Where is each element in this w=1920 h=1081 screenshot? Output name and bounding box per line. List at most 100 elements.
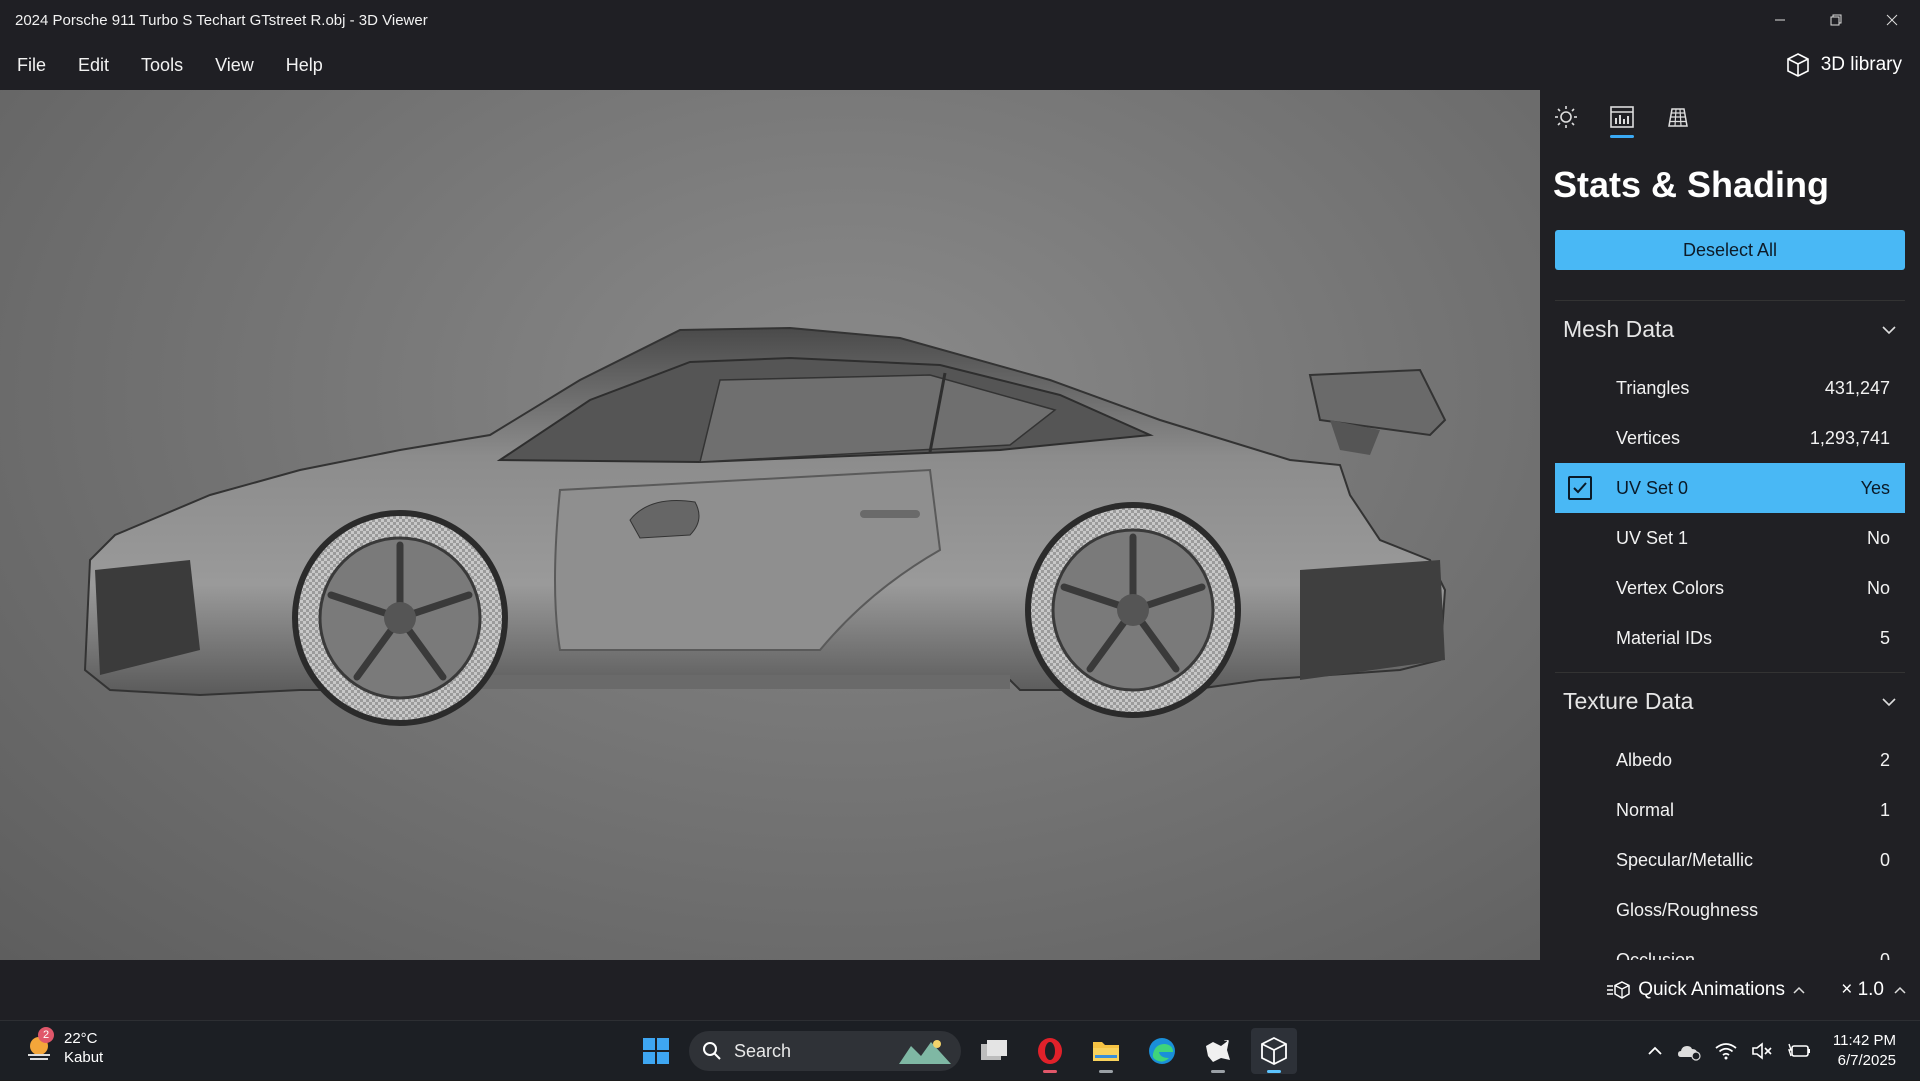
taskbar-search[interactable]: Search	[689, 1031, 961, 1071]
cube-icon	[1786, 53, 1809, 77]
speed-selector[interactable]: × 1.0	[1841, 960, 1906, 1020]
list-item[interactable]: Material IDs 5	[1555, 613, 1905, 663]
list-item[interactable]: Gloss/Roughness	[1555, 885, 1905, 935]
quick-animations-button[interactable]: Quick Animations	[1606, 960, 1805, 1020]
menu-help[interactable]: Help	[270, 55, 339, 76]
menu-file[interactable]: File	[0, 55, 62, 76]
menu-edit[interactable]: Edit	[62, 55, 125, 76]
sun-icon	[1555, 106, 1577, 128]
minimize-button[interactable]	[1752, 0, 1808, 40]
checkbox[interactable]	[1568, 476, 1592, 500]
edge-icon	[1149, 1038, 1175, 1064]
quick-animations-label: Quick Animations	[1638, 979, 1785, 1000]
row-value: No	[1866, 577, 1890, 598]
onedrive-icon[interactable]	[1677, 1041, 1701, 1061]
start-button[interactable]	[633, 1028, 679, 1074]
deselect-all-button[interactable]: Deselect All	[1555, 230, 1905, 270]
row-value: 1,293,741	[1809, 427, 1890, 448]
list-item[interactable]: Normal 1	[1555, 785, 1905, 835]
row-value: No	[1866, 527, 1890, 548]
edge-app[interactable]	[1139, 1028, 1185, 1074]
row-label: Occlusion	[1616, 949, 1696, 961]
list-item-selected[interactable]: UV Set 0 Yes	[1555, 463, 1905, 513]
status-bar: Quick Animations × 1.0	[0, 960, 1920, 1020]
menu-tools[interactable]: Tools	[125, 55, 199, 76]
close-button[interactable]	[1864, 0, 1920, 40]
list-item[interactable]: Triangles 431,247	[1555, 363, 1905, 413]
svg-text:7: 7	[1224, 1039, 1229, 1048]
row-value: Yes	[1860, 477, 1890, 498]
tab-lighting[interactable]	[1552, 104, 1580, 138]
task-view-icon	[981, 1040, 1007, 1060]
opera-icon	[1038, 1038, 1062, 1064]
weather-temp: 22°C	[64, 1030, 98, 1047]
panel-title: Stats & Shading	[1553, 164, 1830, 205]
grid-icon	[1668, 108, 1688, 127]
row-label: Vertices	[1616, 427, 1681, 448]
list-item[interactable]: Occlusion 0	[1555, 935, 1905, 961]
clock-time: 11:42 PM	[1832, 1032, 1896, 1049]
running-indicator	[1043, 1070, 1057, 1073]
list-item[interactable]: Specular/Metallic 0	[1555, 835, 1905, 885]
clock[interactable]: 11:42 PM 6/7/2025	[1833, 1031, 1896, 1071]
rhino-app[interactable]: 7	[1195, 1028, 1241, 1074]
car-model	[83, 326, 1447, 726]
speed-label: × 1.0	[1841, 979, 1884, 1000]
checkmark-icon	[1573, 482, 1587, 494]
row-value: 5	[1879, 627, 1890, 648]
row-value: 0	[1879, 849, 1890, 870]
folder-icon	[1093, 1042, 1119, 1061]
stats-panel: Stats & Shading Deselect All Mesh Data T…	[1540, 90, 1920, 960]
close-icon	[1886, 14, 1898, 26]
running-indicator	[1099, 1070, 1113, 1073]
window-title: 2024 Porsche 911 Turbo S Techart GTstree…	[15, 11, 428, 29]
search-label: Search	[734, 1040, 792, 1061]
weather-widget[interactable]: 2 22°C Kabut	[22, 1027, 103, 1067]
texture-data-header[interactable]: Texture Data	[1555, 672, 1905, 730]
row-label: Material IDs	[1616, 627, 1713, 648]
opera-app[interactable]	[1027, 1028, 1073, 1074]
menu-view[interactable]: View	[199, 55, 270, 76]
system-tray: 11:42 PM 6/7/2025	[1647, 1021, 1896, 1081]
cube-icon	[1261, 1036, 1287, 1066]
running-indicator	[1267, 1070, 1281, 1073]
search-highlight-icon	[899, 1040, 951, 1064]
list-item[interactable]: Vertices 1,293,741	[1555, 413, 1905, 463]
row-label: Normal	[1616, 799, 1675, 820]
battery-icon[interactable]	[1787, 1042, 1811, 1060]
tab-grid[interactable]	[1664, 104, 1692, 138]
minimize-icon	[1775, 19, 1785, 21]
row-label: Specular/Metallic	[1616, 849, 1754, 870]
list-item[interactable]: Vertex Colors No	[1555, 563, 1905, 613]
chevron-up-icon	[1894, 986, 1906, 994]
row-value: 0	[1879, 949, 1890, 961]
menu-bar: File Edit Tools View Help 3D library	[0, 40, 1920, 90]
3d-library-button[interactable]: 3D library	[1785, 40, 1902, 90]
file-explorer-app[interactable]	[1083, 1028, 1129, 1074]
chevron-up-icon[interactable]	[1647, 1046, 1663, 1056]
mesh-data-header[interactable]: Mesh Data	[1555, 300, 1905, 358]
list-item[interactable]: Albedo 2	[1555, 735, 1905, 785]
row-label: UV Set 1	[1616, 527, 1689, 548]
tab-stats[interactable]	[1608, 104, 1636, 138]
animation-cube-icon	[1607, 981, 1630, 999]
3d-viewer-app[interactable]	[1251, 1028, 1297, 1074]
wifi-icon[interactable]	[1715, 1042, 1737, 1060]
clock-date: 6/7/2025	[1837, 1052, 1896, 1069]
windows-icon	[643, 1038, 669, 1064]
3d-viewport[interactable]	[0, 90, 1540, 960]
chevron-down-icon	[1882, 697, 1896, 706]
running-indicator	[1211, 1070, 1225, 1073]
row-value: 2	[1879, 749, 1890, 770]
texture-data-title: Texture Data	[1563, 688, 1694, 714]
row-label: Triangles	[1616, 377, 1690, 398]
task-view-button[interactable]	[971, 1028, 1017, 1074]
row-label: Vertex Colors	[1616, 577, 1725, 598]
chevron-down-icon	[1882, 325, 1896, 334]
row-value: 1	[1879, 799, 1890, 820]
search-icon	[703, 1042, 721, 1060]
restore-button[interactable]	[1808, 0, 1864, 40]
volume-muted-icon[interactable]	[1751, 1042, 1773, 1060]
3d-library-label: 3D library	[1820, 54, 1902, 75]
list-item[interactable]: UV Set 1 No	[1555, 513, 1905, 563]
